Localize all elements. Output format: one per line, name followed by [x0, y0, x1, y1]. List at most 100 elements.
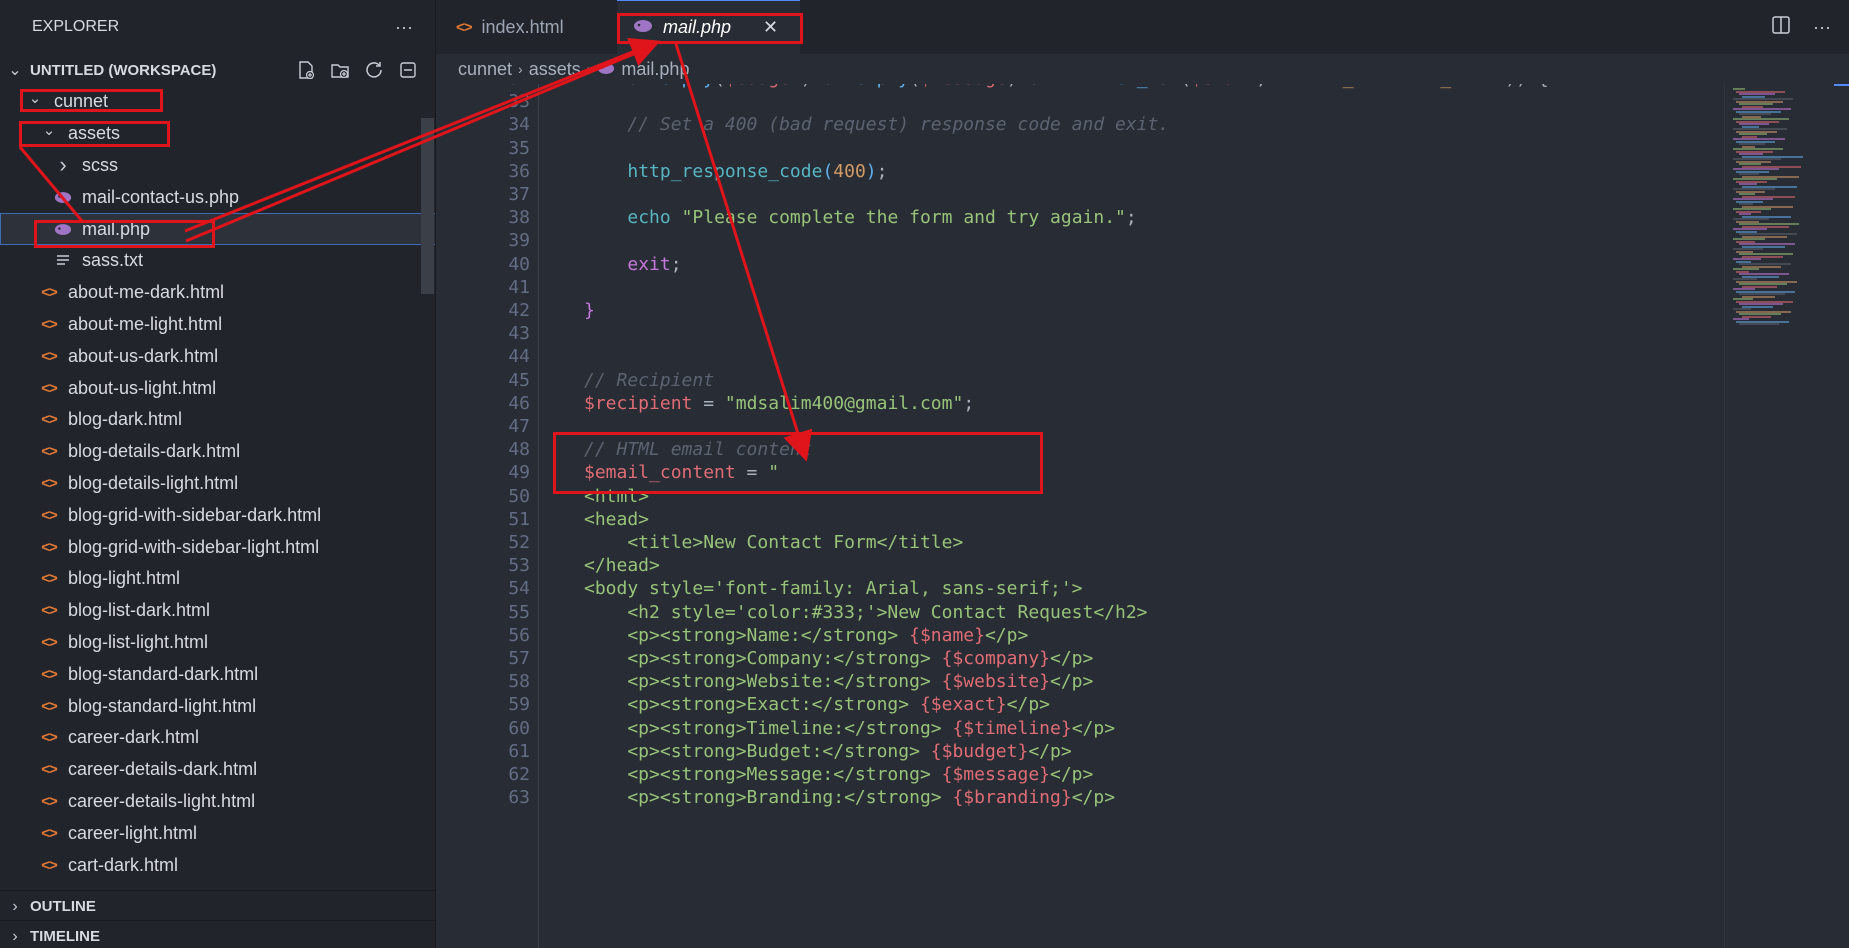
code-token: http_response_code: [627, 160, 823, 182]
line-number: 44: [508, 346, 530, 368]
editor-scrollbar[interactable]: [1834, 84, 1849, 948]
tree-item[interactable]: <> about-us-light.html: [0, 372, 435, 404]
html-icon: <>: [41, 856, 58, 874]
code-line: // HTML email content: [584, 439, 812, 460]
explorer-header: EXPLORER ···: [0, 0, 435, 54]
code-token: $email: [1191, 84, 1256, 89]
code-token: <p><strong>Message:</strong>: [584, 764, 942, 785]
tree-item[interactable]: sass.txt: [0, 245, 435, 277]
html-icon: <>: [41, 443, 58, 461]
collapse-all-icon[interactable]: [396, 58, 420, 82]
tree-item[interactable]: mail.php: [0, 213, 435, 245]
new-folder-icon[interactable]: [328, 58, 352, 82]
editor-actions: ···: [1771, 0, 1849, 54]
tree-item-label: blog-standard-dark.html: [68, 663, 259, 684]
line-number: 54: [508, 578, 530, 600]
tree-item[interactable]: <> cart-dark.html: [0, 849, 435, 881]
code-token: =: [735, 462, 769, 484]
breadcrumb-item-cunnet[interactable]: cunnet: [458, 59, 512, 80]
sidebar-scrollbar[interactable]: [421, 118, 434, 294]
tree-item[interactable]: <> blog-standard-light.html: [0, 690, 435, 722]
tab-mail-php[interactable]: mail.php ✕: [617, 0, 800, 54]
code-token: {$branding}: [952, 787, 1072, 809]
tree-item[interactable]: <> blog-grid-with-sidebar-light.html: [0, 531, 435, 563]
tree-item[interactable]: › scss: [0, 150, 435, 182]
html-icon: <>: [41, 729, 58, 747]
code-editor[interactable]: 32 OR empty($budget) OR empty($message) …: [436, 84, 1849, 948]
tree-item[interactable]: <> blog-list-dark.html: [0, 595, 435, 627]
code-token: <head>: [584, 508, 650, 530]
line-number: 52: [508, 532, 530, 553]
code-line: echo "Please complete the form and try a…: [584, 207, 1136, 229]
more-actions-icon[interactable]: ···: [395, 17, 413, 38]
tree-item[interactable]: ⌄ cunnet: [0, 86, 435, 118]
code-token: (: [822, 160, 834, 182]
line-number: 43: [508, 323, 530, 345]
tree-item-label: blog-grid-with-sidebar-dark.html: [68, 504, 322, 525]
code-token: filter_var: [1072, 84, 1180, 89]
tree-item-label: blog-details-dark.html: [68, 441, 241, 462]
tree-item-label: blog-list-light.html: [68, 631, 209, 652]
tree-item[interactable]: <> about-us-dark.html: [0, 340, 435, 372]
code-token: "Please complete the form and try again.…: [681, 207, 1126, 229]
tree-item[interactable]: <> career-light.html: [0, 817, 435, 849]
line-number: 34: [508, 114, 530, 136]
code-token: <p><strong>Timeline:</strong>: [584, 717, 953, 739]
line-number: 62: [508, 764, 530, 785]
refresh-icon[interactable]: [362, 58, 386, 82]
tree-item[interactable]: <> career-details-dark.html: [0, 754, 435, 786]
timeline-section-header[interactable]: › TIMELINE: [0, 920, 435, 948]
code-line: // Recipient: [584, 370, 714, 391]
breadcrumb-item-assets[interactable]: assets: [529, 59, 581, 80]
tree-item[interactable]: <> about-me-dark.html: [0, 277, 435, 309]
tree-item[interactable]: <> blog-standard-dark.html: [0, 658, 435, 690]
chevron-right-icon: ›: [59, 152, 67, 178]
more-icon[interactable]: ···: [1813, 17, 1831, 38]
new-file-icon[interactable]: [294, 58, 318, 82]
text-file-icon: [52, 254, 74, 268]
close-icon[interactable]: ✕: [763, 17, 778, 38]
code-token: ": [768, 462, 780, 484]
code-token: <p><strong>Name:</strong>: [584, 624, 910, 646]
code-token: $budget: [725, 84, 801, 89]
tree-item[interactable]: <> blog-dark.html: [0, 404, 435, 436]
tree-item[interactable]: ⌄ assets: [0, 118, 435, 150]
code-token: exit: [627, 253, 671, 275]
tree-item[interactable]: <> career-details-light.html: [0, 786, 435, 818]
code-token: 400: [833, 160, 866, 182]
tree-item[interactable]: <> blog-details-dark.html: [0, 436, 435, 468]
breadcrumb-item-file[interactable]: mail.php: [621, 59, 689, 80]
code-line: OR empty($budget) OR empty($message) OR …: [584, 84, 1548, 89]
tree-item[interactable]: <> about-me-light.html: [0, 309, 435, 341]
code-token: $message: [920, 84, 1007, 89]
line-number: 49: [508, 462, 530, 484]
outline-section-header[interactable]: › OUTLINE: [0, 890, 435, 922]
code-line: http_response_code(400);: [584, 161, 887, 182]
minimap[interactable]: [1724, 84, 1834, 948]
tree-item[interactable]: <> career-dark.html: [0, 722, 435, 754]
line-number: 58: [508, 671, 530, 693]
tree-item-label: blog-details-light.html: [68, 472, 239, 493]
line-number: 50: [508, 485, 530, 507]
tree-item[interactable]: <> blog-details-light.html: [0, 468, 435, 500]
tree-item[interactable]: <> blog-grid-with-sidebar-dark.html: [0, 499, 435, 531]
line-number: 47: [508, 416, 530, 437]
code-line: <p><strong>Branding:</strong> {$branding…: [584, 787, 1115, 808]
line-number: 36: [508, 160, 530, 182]
workspace-section-header[interactable]: ⌄ UNTITLED (WORKSPACE): [0, 54, 435, 86]
code-token: OR: [1028, 84, 1061, 89]
tree-item[interactable]: <> blog-light.html: [0, 563, 435, 595]
code-token: // Set a 400 (bad request) response code…: [584, 114, 1170, 136]
tab-index-html[interactable]: <> index.html: [436, 0, 617, 54]
tree-item-label: blog-standard-light.html: [68, 695, 257, 716]
tree-item-label: blog-list-dark.html: [68, 600, 211, 621]
html-icon: <>: [41, 761, 58, 779]
tree-item[interactable]: mail-contact-us.php: [0, 181, 435, 213]
chevron-down-icon: ⌄: [8, 62, 22, 79]
scrollbar-thumb[interactable]: [1834, 84, 1849, 86]
breadcrumb: cunnet › assets › mail.php: [436, 54, 1849, 84]
split-editor-icon[interactable]: [1771, 15, 1791, 40]
tree-item[interactable]: <> blog-list-light.html: [0, 627, 435, 659]
code-line: <body style='font-family: Arial, sans-se…: [584, 578, 1083, 599]
